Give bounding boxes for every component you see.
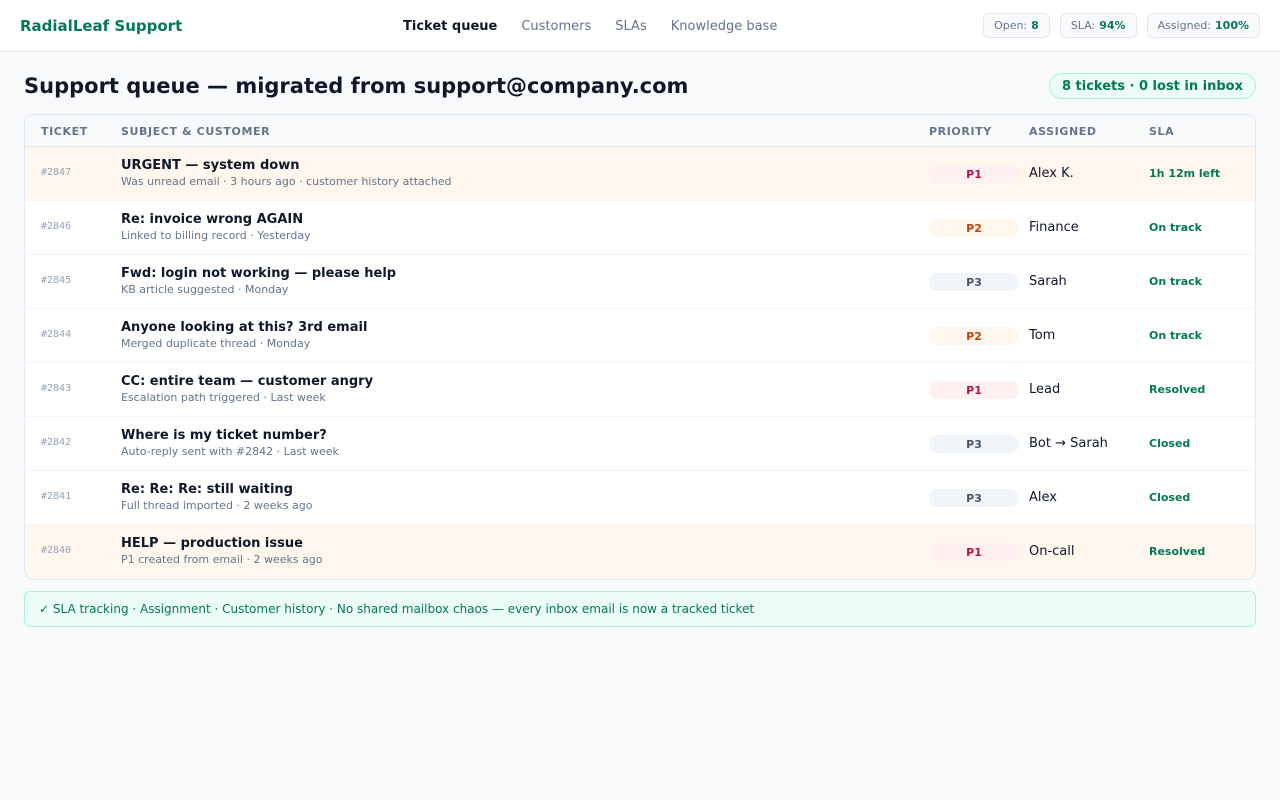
table-row[interactable]: #2847 URGENT — system down Was unread emai… <box>25 147 1255 201</box>
nav-slas[interactable]: SLAs <box>603 19 658 34</box>
assignee: Sarah <box>1029 274 1067 289</box>
ticket-id[interactable]: #2845 <box>41 275 71 286</box>
column-header-priority[interactable]: PRIORITY <box>929 125 992 138</box>
stat-open: Open: 8 <box>983 13 1050 38</box>
table-row[interactable]: #2842 Where is my ticket number? Auto-repl… <box>25 417 1255 471</box>
stats-group: Open: 8 SLA: 94% Assigned: 100% <box>983 13 1260 38</box>
ticket-id[interactable]: #2840 <box>41 545 71 556</box>
ticket-detail: Linked to billing record · Yesterday <box>121 229 311 242</box>
stat-sla: SLA: 94% <box>1059 13 1137 38</box>
main-nav: Ticket queue Customers SLAs Knowledge ba… <box>391 0 789 52</box>
ticket-detail: Was unread email · 3 hours ago · custome… <box>121 175 452 188</box>
nav-customers[interactable]: Customers <box>509 19 603 34</box>
ticket-subject[interactable]: Re: Re: Re: still waiting <box>121 482 293 497</box>
ticket-subject[interactable]: Fwd: login not working — please help <box>121 266 396 281</box>
nav-knowledge-base[interactable]: Knowledge base <box>659 19 790 34</box>
table-row[interactable]: #2840 HELP — production issue P1 created f… <box>25 525 1255 579</box>
table-row[interactable]: #2844 Anyone looking at this? 3rd email Me… <box>25 309 1255 363</box>
priority-badge: P1 <box>929 165 1019 183</box>
ticket-detail: Escalation path triggered · Last week <box>121 391 326 404</box>
column-header-sla[interactable]: SLA <box>1149 125 1174 138</box>
ticket-id[interactable]: #2842 <box>41 437 71 448</box>
assignee: Alex K. <box>1029 166 1074 181</box>
info-banner: ✓ SLA tracking · Assignment · Customer h… <box>24 591 1256 627</box>
ticket-subject[interactable]: Where is my ticket number? <box>121 428 327 443</box>
assignee: Finance <box>1029 220 1079 235</box>
ticket-id[interactable]: #2846 <box>41 221 71 232</box>
assignee: On-call <box>1029 544 1075 559</box>
table-body: #2847 URGENT — system down Was unread emai… <box>25 147 1255 579</box>
priority-badge: P3 <box>929 273 1019 291</box>
ticket-id[interactable]: #2841 <box>41 491 71 502</box>
ticket-detail: Auto-reply sent with #2842 · Last week <box>121 445 339 458</box>
stat-value: 94% <box>1099 19 1126 32</box>
ticket-subject[interactable]: Re: invoice wrong AGAIN <box>121 212 303 227</box>
table-row[interactable]: #2846 Re: invoice wrong AGAIN Linked to bi… <box>25 201 1255 255</box>
stat-label: Assigned: <box>1157 19 1212 32</box>
page-title: Support queue — migrated from support@co… <box>24 74 689 98</box>
column-header-subject[interactable]: SUBJECT & CUSTOMER <box>121 125 270 138</box>
stat-value: 100% <box>1215 19 1249 32</box>
top-bar: RadialLeaf Support Ticket queue Customer… <box>0 0 1280 52</box>
summary-badge: 8 tickets · 0 lost in inbox <box>1048 73 1256 99</box>
table-row[interactable]: #2845 Fwd: login not working — please hel… <box>25 255 1255 309</box>
ticket-detail: Merged duplicate thread · Monday <box>121 337 311 350</box>
table-row[interactable]: #2843 CC: entire team — customer angry Esc… <box>25 363 1255 417</box>
assignee: Lead <box>1029 382 1061 397</box>
sla-status: On track <box>1149 221 1202 234</box>
sla-status: Closed <box>1149 437 1191 450</box>
ticket-subject[interactable]: Anyone looking at this? 3rd email <box>121 320 367 335</box>
table-row[interactable]: #2841 Re: Re: Re: still waiting Full threa… <box>25 471 1255 525</box>
priority-badge: P2 <box>929 219 1019 237</box>
assignee: Tom <box>1029 328 1056 343</box>
sla-status: 1h 12m left <box>1149 167 1221 180</box>
column-header-assigned[interactable]: ASSIGNED <box>1029 125 1097 138</box>
ticket-subject[interactable]: CC: entire team — customer angry <box>121 374 373 389</box>
priority-badge: P1 <box>929 381 1019 399</box>
ticket-id[interactable]: #2844 <box>41 329 71 340</box>
table-header: TICKET SUBJECT & CUSTOMER PRIORITY ASSIG… <box>25 115 1255 147</box>
assignee: Alex <box>1029 490 1057 505</box>
sla-status: Closed <box>1149 491 1191 504</box>
ticket-detail: P1 created from email · 2 weeks ago <box>121 553 323 566</box>
priority-badge: P2 <box>929 327 1019 345</box>
ticket-subject[interactable]: HELP — production issue <box>121 536 303 551</box>
assignee: Bot → Sarah <box>1029 436 1108 451</box>
column-header-ticket[interactable]: TICKET <box>41 125 88 138</box>
ticket-detail: Full thread imported · 2 weeks ago <box>121 499 313 512</box>
priority-badge: P3 <box>929 435 1019 453</box>
ticket-id[interactable]: #2847 <box>41 167 71 178</box>
sla-status: On track <box>1149 329 1202 342</box>
brand-logo[interactable]: RadialLeaf Support <box>20 17 182 35</box>
sla-status: Resolved <box>1149 545 1206 558</box>
priority-badge: P3 <box>929 489 1019 507</box>
ticket-id[interactable]: #2843 <box>41 383 71 394</box>
priority-badge: P1 <box>929 543 1019 561</box>
page-header: Support queue — migrated from support@co… <box>24 72 1256 100</box>
ticket-subject[interactable]: URGENT — system down <box>121 158 299 173</box>
stat-assigned: Assigned: 100% <box>1146 13 1260 38</box>
sla-status: Resolved <box>1149 383 1206 396</box>
nav-ticket-queue[interactable]: Ticket queue <box>391 19 509 34</box>
ticket-table: TICKET SUBJECT & CUSTOMER PRIORITY ASSIG… <box>24 114 1256 580</box>
stat-label: SLA: <box>1070 19 1096 32</box>
ticket-detail: KB article suggested · Monday <box>121 283 289 296</box>
sla-status: On track <box>1149 275 1202 288</box>
stat-label: Open: <box>994 19 1028 32</box>
stat-value: 8 <box>1031 19 1039 32</box>
